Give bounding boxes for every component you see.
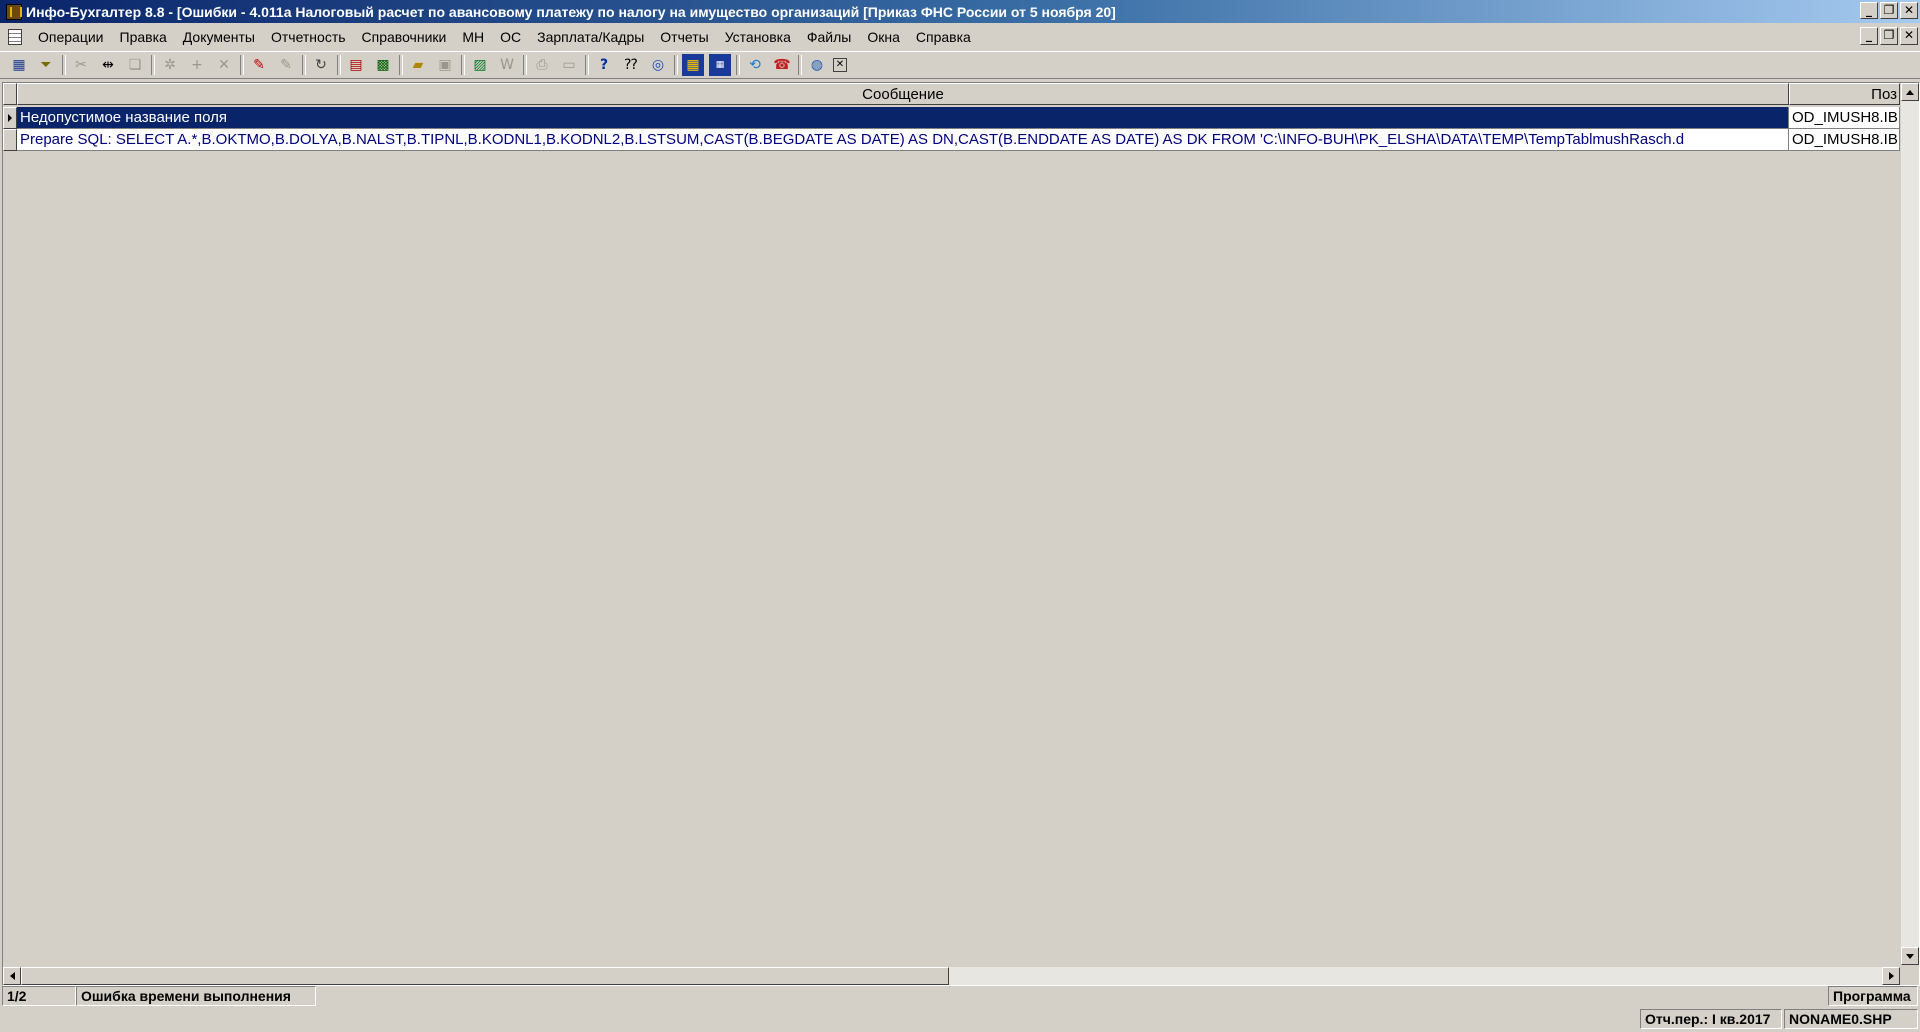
menu-documents[interactable]: Документы bbox=[175, 29, 263, 45]
unmark-icon[interactable]: ✎ bbox=[275, 54, 297, 76]
current-file: NONAME0.SHP bbox=[1784, 1009, 1918, 1029]
scroll-right-button[interactable] bbox=[1882, 967, 1900, 985]
toolbar-separator bbox=[736, 55, 740, 75]
position-cell[interactable]: OD_IMUSH8.IB bbox=[1789, 129, 1900, 151]
arrow-right-icon bbox=[1888, 972, 1894, 980]
column-header-message[interactable]: Сообщение bbox=[17, 83, 1789, 105]
grid-view-icon[interactable]: ▦ bbox=[8, 54, 30, 76]
menu-reports[interactable]: Отчеты bbox=[652, 29, 716, 45]
web-icon[interactable]: ◍ bbox=[806, 54, 828, 76]
grid-rows: Недопустимое название поля OD_IMUSH8.IB … bbox=[3, 107, 1900, 151]
header-indicator bbox=[3, 83, 17, 105]
toolbar-separator bbox=[585, 55, 589, 75]
menu-setup[interactable]: Установка bbox=[717, 29, 799, 45]
grid-header: Сообщение Поз bbox=[3, 83, 1900, 105]
menu-windows[interactable]: Окна bbox=[859, 29, 908, 45]
split-icon[interactable]: ⇹ bbox=[97, 54, 119, 76]
horizontal-scrollbar[interactable] bbox=[3, 967, 1900, 985]
report-period: Отч.пер.: I кв.2017 bbox=[1640, 1009, 1782, 1029]
child-minimize-button[interactable]: _ bbox=[1860, 27, 1878, 45]
horizontal-scroll-thumb[interactable] bbox=[21, 967, 949, 985]
toolbar-separator bbox=[337, 55, 341, 75]
context-help-icon[interactable]: ⁇ bbox=[620, 54, 642, 76]
word-icon[interactable]: W bbox=[496, 54, 518, 76]
table-row[interactable]: Prepare SQL: SELECT A.*,B.OKTMO,B.DOLYA,… bbox=[3, 129, 1900, 151]
toolbar-separator bbox=[523, 55, 527, 75]
toolbar: ▦ ⏷ ✂ ⇹ ❏ ✲ + ✕ ✎ ✎ ↻ ▤ ▩ ▰ ▣ ▨ W ⎙ ▭ ? … bbox=[0, 51, 1920, 79]
menu-payroll[interactable]: Зарплата/Кадры bbox=[529, 29, 652, 45]
delete-icon[interactable]: ✕ bbox=[213, 54, 235, 76]
menu-help[interactable]: Справка bbox=[908, 29, 979, 45]
vertical-scrollbar[interactable] bbox=[1901, 83, 1919, 965]
add-icon[interactable]: + bbox=[186, 54, 208, 76]
support-icon[interactable]: ☎ bbox=[771, 54, 793, 76]
row-indicator bbox=[3, 129, 17, 151]
arrow-left-icon bbox=[9, 972, 15, 980]
status-spacer bbox=[316, 986, 1828, 1006]
toolbar-separator bbox=[62, 55, 66, 75]
settings-icon[interactable]: ✲ bbox=[159, 54, 181, 76]
toolbar-separator bbox=[798, 55, 802, 75]
help-icon[interactable]: ? bbox=[593, 54, 615, 76]
arrow-up-icon bbox=[1906, 89, 1914, 95]
print-icon[interactable]: ⎙ bbox=[531, 54, 553, 76]
column-header-position[interactable]: Поз bbox=[1789, 83, 1900, 105]
toolbar-separator bbox=[461, 55, 465, 75]
menu-os[interactable]: ОС bbox=[492, 29, 529, 45]
document-window-icon[interactable] bbox=[8, 29, 22, 45]
child-restore-button[interactable]: ❐ bbox=[1880, 27, 1898, 45]
error-source: Программа bbox=[1828, 986, 1918, 1006]
menu-mn[interactable]: МН bbox=[454, 29, 492, 45]
mark-icon[interactable]: ✎ bbox=[248, 54, 270, 76]
open-folder-icon[interactable]: ▰ bbox=[407, 54, 429, 76]
close-button[interactable]: ✕ bbox=[1900, 2, 1918, 19]
calendar-icon[interactable]: ▦ bbox=[682, 54, 704, 76]
message-cell[interactable]: Недопустимое название поля bbox=[17, 107, 1789, 129]
current-row-icon bbox=[8, 114, 12, 122]
excel-icon[interactable]: ▨ bbox=[469, 54, 491, 76]
child-close-button[interactable]: ✕ bbox=[1900, 27, 1918, 45]
menu-files[interactable]: Файлы bbox=[799, 29, 859, 45]
error-type: Ошибка времени выполнения bbox=[76, 986, 316, 1006]
close-window-icon[interactable]: ✕ bbox=[833, 58, 847, 72]
menu-operations[interactable]: Операции bbox=[30, 29, 112, 45]
toolbar-separator bbox=[674, 55, 678, 75]
compass-icon[interactable]: ◎ bbox=[647, 54, 669, 76]
position-cell[interactable]: OD_IMUSH8.IB bbox=[1789, 107, 1900, 129]
scroll-left-button[interactable] bbox=[3, 967, 21, 985]
toolbar-separator bbox=[240, 55, 244, 75]
title-bar[interactable]: Инфо-Бухгалтер 8.8 - [Ошибки - 4.011а На… bbox=[0, 0, 1920, 23]
scroll-down-button[interactable] bbox=[1901, 947, 1919, 965]
restore-button[interactable]: ❐ bbox=[1880, 2, 1898, 19]
scroll-up-button[interactable] bbox=[1901, 83, 1919, 101]
table-row[interactable]: Недопустимое название поля OD_IMUSH8.IB bbox=[3, 107, 1900, 129]
grid-status-bar: 1/2 Ошибка времени выполнения Программа bbox=[2, 986, 1918, 1006]
toolbar-separator bbox=[399, 55, 403, 75]
calculator-icon[interactable]: ▩ bbox=[372, 54, 394, 76]
window-title: Инфо-Бухгалтер 8.8 - [Ошибки - 4.011а На… bbox=[26, 3, 1116, 20]
filter-icon[interactable]: ⏷ bbox=[35, 54, 57, 76]
pdf-icon[interactable]: ▤ bbox=[345, 54, 367, 76]
message-cell[interactable]: Prepare SQL: SELECT A.*,B.OKTMO,B.DOLYA,… bbox=[17, 129, 1789, 151]
menu-references[interactable]: Справочники bbox=[354, 29, 455, 45]
cut-icon[interactable]: ✂ bbox=[70, 54, 92, 76]
exchange-icon[interactable]: ⟲ bbox=[744, 54, 766, 76]
menu-edit[interactable]: Правка bbox=[112, 29, 175, 45]
copy-doc-icon[interactable]: ❏ bbox=[124, 54, 146, 76]
arrow-down-icon bbox=[1906, 953, 1914, 959]
ms10-icon[interactable]: ▦ bbox=[709, 54, 731, 76]
menu-bar: Операции Правка Документы Отчетность Спр… bbox=[0, 25, 1920, 49]
record-counter: 1/2 bbox=[2, 986, 76, 1006]
row-indicator bbox=[3, 107, 17, 129]
minimize-button[interactable]: _ bbox=[1860, 2, 1878, 19]
refresh-icon[interactable]: ↻ bbox=[310, 54, 332, 76]
errors-grid[interactable]: Сообщение Поз Недопустимое название поля… bbox=[2, 82, 1920, 986]
menu-reporting[interactable]: Отчетность bbox=[263, 29, 354, 45]
preview-icon[interactable]: ▭ bbox=[558, 54, 580, 76]
toolbar-separator bbox=[151, 55, 155, 75]
toolbar-separator bbox=[302, 55, 306, 75]
save-icon[interactable]: ▣ bbox=[434, 54, 456, 76]
app-icon[interactable] bbox=[6, 3, 22, 20]
app-status-bar: Отч.пер.: I кв.2017 NONAME0.SHP bbox=[0, 1008, 1920, 1030]
